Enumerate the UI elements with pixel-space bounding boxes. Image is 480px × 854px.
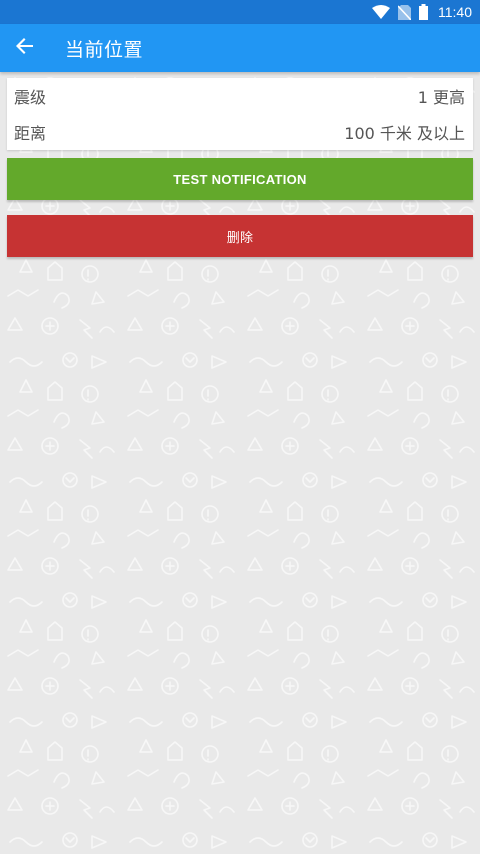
arrow-left-icon [16,37,34,59]
no-sim-icon [398,4,411,20]
page-title: 当前位置 [65,38,144,61]
distance-label: 距离 [14,124,47,143]
battery-icon [419,4,428,20]
status-time: 11:40 [438,4,472,20]
app-bar: 当前位置 [0,24,480,72]
distance-row[interactable]: 距离 100 千米 及以上 [7,114,473,150]
back-button[interactable] [1,24,49,72]
test-notification-button[interactable]: TEST NOTIFICATION [7,158,473,200]
status-bar: 11:40 [0,0,480,24]
magnitude-label: 震级 [14,88,47,107]
wifi-icon [372,5,390,19]
delete-button[interactable]: 删除 [7,215,473,257]
magnitude-row[interactable]: 震级 1 更高 [7,78,473,114]
distance-value: 100 千米 及以上 [344,124,465,143]
settings-card: 震级 1 更高 距离 100 千米 及以上 [7,78,473,150]
magnitude-value: 1 更高 [417,88,465,107]
